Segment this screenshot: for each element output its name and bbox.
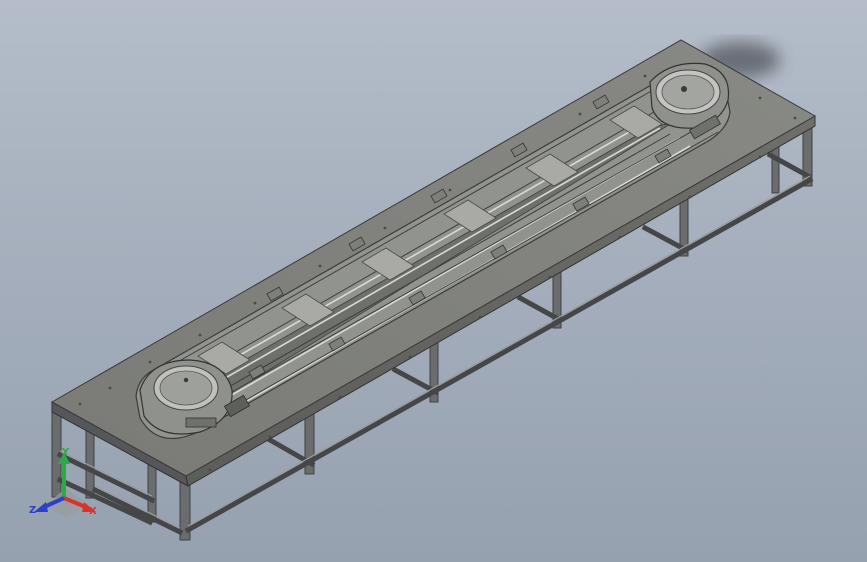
- drive-pulley-front[interactable]: [139, 359, 233, 435]
- triad-x-label: X: [89, 506, 97, 517]
- graphics-viewport[interactable]: Y X Z: [0, 0, 867, 562]
- frame-leg: [771, 144, 780, 194]
- triad-y-label: Y: [62, 447, 70, 458]
- triad-z-label: Z: [29, 505, 37, 516]
- model-view[interactable]: [0, 0, 867, 562]
